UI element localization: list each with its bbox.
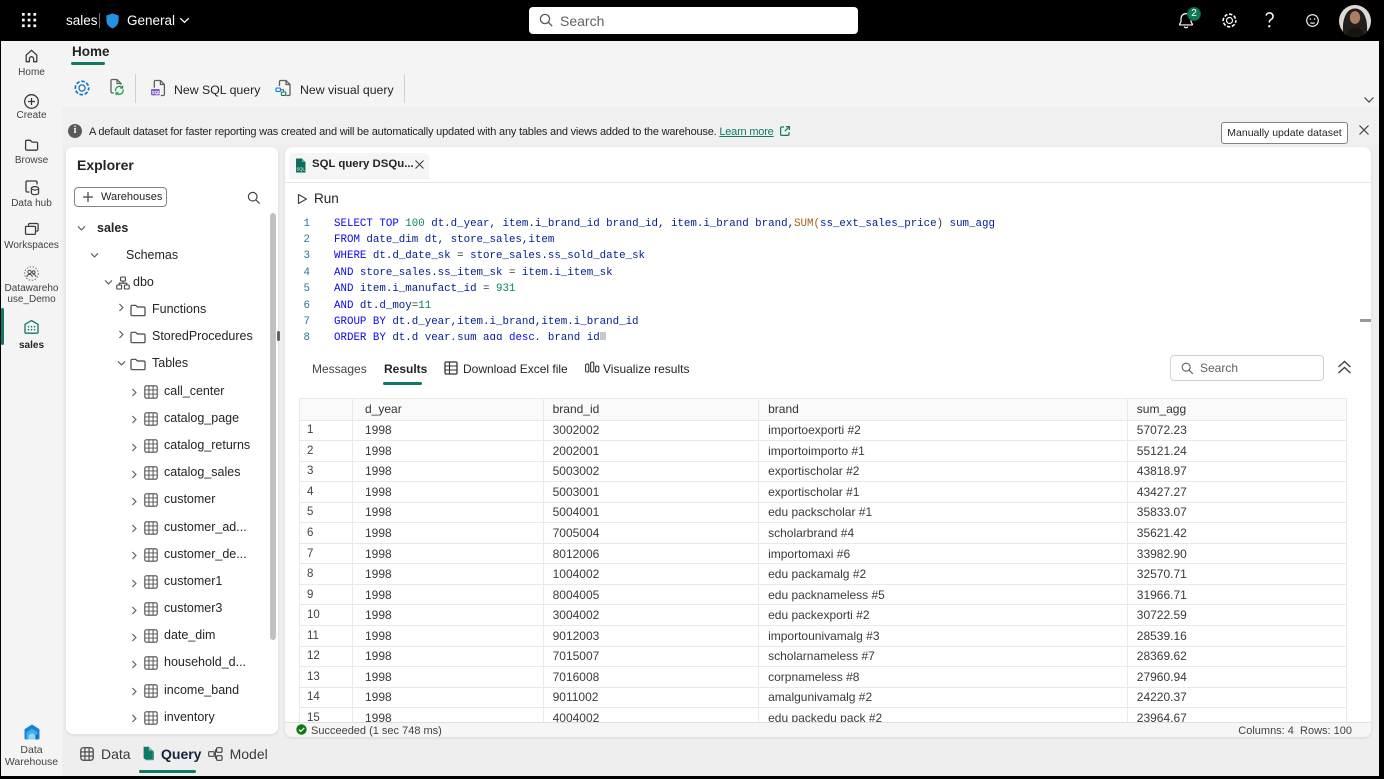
svg-text:SQL: SQL bbox=[152, 90, 161, 95]
svg-text:SQL: SQL bbox=[297, 167, 306, 172]
